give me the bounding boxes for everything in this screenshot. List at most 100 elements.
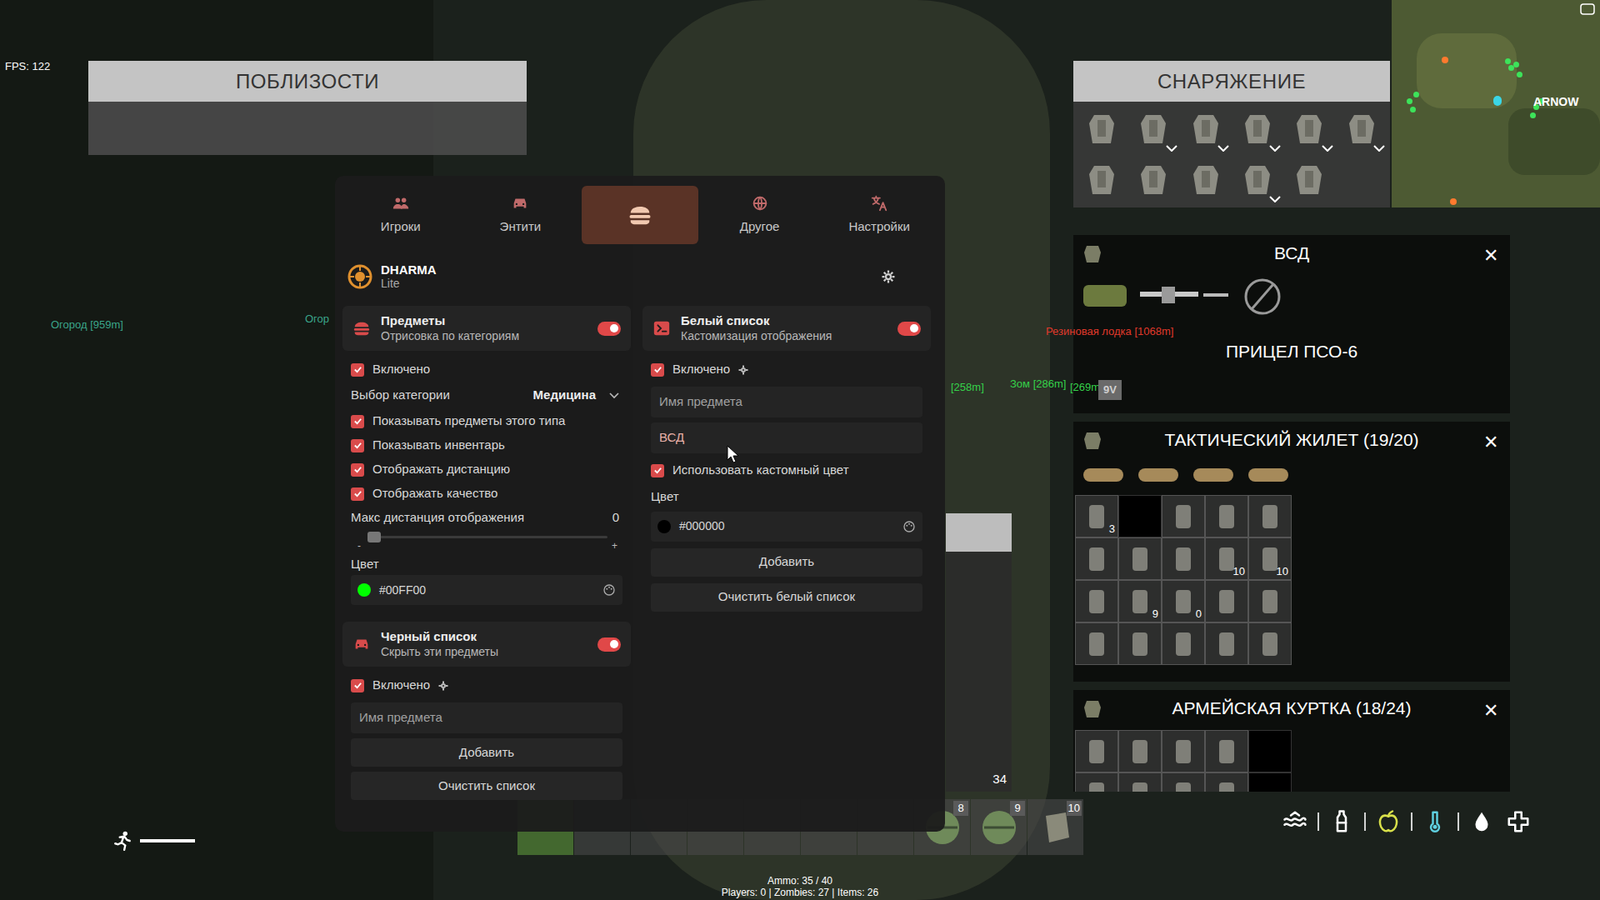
status-separator	[1457, 812, 1460, 831]
tab[interactable]: Другое	[701, 185, 819, 245]
grid-cell[interactable]	[1161, 772, 1205, 792]
category-dropdown[interactable]: Медицина	[533, 385, 623, 405]
attachment-slot[interactable]	[1188, 460, 1239, 490]
grid-cell[interactable]	[1075, 730, 1119, 773]
checkbox[interactable]	[650, 363, 665, 377]
action-button[interactable]: Очистить белый список	[650, 583, 923, 612]
checkbox[interactable]	[650, 464, 665, 478]
checkbox[interactable]	[350, 439, 365, 453]
gear-slot[interactable]	[1128, 155, 1179, 205]
distance-slider[interactable]: -+	[350, 530, 623, 554]
checkbox-row[interactable]: Показывать предметы этого типа	[350, 409, 623, 434]
grid-cell[interactable]	[1205, 622, 1249, 665]
gear-slot[interactable]	[1284, 105, 1335, 154]
slider-thumb[interactable]	[367, 531, 381, 543]
grid-cell[interactable]	[1075, 537, 1119, 580]
grid-cell[interactable]	[1118, 622, 1162, 665]
checkbox-row[interactable]: Включено	[650, 357, 923, 382]
minimap[interactable]: ARNOW	[1391, 0, 1600, 208]
close-button[interactable]: ✕	[1483, 241, 1499, 270]
close-button[interactable]: ✕	[1483, 696, 1499, 725]
checkbox-row[interactable]: Использовать кастомный цвет	[650, 458, 923, 483]
action-button[interactable]: Добавить	[650, 548, 923, 577]
text-input[interactable]	[350, 702, 623, 734]
status-indicator	[1420, 807, 1450, 836]
attachment-slot[interactable]	[1078, 460, 1129, 490]
hotbar-slot[interactable]: 10	[1027, 799, 1084, 855]
nearby-panel: ПОБЛИЗОСТИ	[88, 60, 527, 155]
grid-cell[interactable]: 3	[1075, 495, 1119, 538]
section-toggle[interactable]	[597, 637, 621, 652]
grid-cell[interactable]	[1118, 730, 1162, 773]
section-toggle[interactable]	[897, 321, 921, 336]
grid-cell[interactable]	[1161, 622, 1205, 665]
checkbox[interactable]	[350, 463, 365, 477]
gear-slot[interactable]	[1180, 155, 1231, 205]
gear-slot[interactable]	[1128, 105, 1179, 154]
grid-cell[interactable]	[1205, 580, 1249, 623]
status-indicator	[1467, 807, 1496, 836]
gear-slot[interactable]	[1284, 155, 1335, 205]
section-text: Белый списокКастомизация отображения	[680, 313, 832, 344]
checkbox-row[interactable]: Отображать дистанцию	[350, 457, 623, 482]
checkbox[interactable]	[350, 415, 365, 429]
text-input[interactable]	[650, 386, 923, 418]
world-stats: Players: 0 | Zombies: 27 | Items: 26	[721, 886, 879, 899]
checkbox[interactable]	[350, 679, 365, 693]
grid-cell[interactable]: 10	[1205, 537, 1249, 580]
item-count: 34	[992, 770, 1007, 790]
gear-slot[interactable]	[1076, 155, 1127, 205]
grid-cell[interactable]	[1075, 772, 1119, 792]
grid-cell[interactable]: 10	[1248, 537, 1292, 580]
slot-number: 10	[1066, 800, 1082, 816]
check-icon	[353, 489, 363, 499]
attachment-slot[interactable]	[1133, 460, 1184, 490]
checkbox[interactable]	[350, 487, 365, 501]
gear-slot[interactable]	[1180, 105, 1231, 154]
item-icon	[1084, 737, 1110, 766]
section-toggle[interactable]	[597, 321, 621, 336]
checkbox-row[interactable]: Показывать инвентарь	[350, 433, 623, 458]
grid-cell[interactable]: 9	[1118, 580, 1162, 623]
text-input[interactable]	[650, 422, 923, 454]
grid-cell[interactable]	[1248, 495, 1292, 538]
grid-cell[interactable]: 0	[1161, 580, 1205, 623]
color-field[interactable]: #000000	[650, 511, 923, 542]
attachment-slot[interactable]	[1243, 460, 1294, 490]
nearby-title: ПОБЛИЗОСТИ	[235, 66, 380, 97]
grid-cell[interactable]	[1248, 622, 1292, 665]
gear-slot[interactable]	[1232, 105, 1283, 154]
checkbox[interactable]	[350, 363, 365, 377]
grid-cell[interactable]	[1161, 495, 1205, 538]
hotbar-slot[interactable]: 9	[970, 799, 1027, 855]
grid-cell[interactable]	[1205, 730, 1249, 773]
checkbox-row[interactable]: Отображать качество	[350, 481, 623, 506]
checkbox-row[interactable]: Включено	[350, 357, 623, 382]
close-button[interactable]: ✕	[1483, 428, 1499, 456]
color-field[interactable]: #00FF00	[350, 575, 623, 605]
grid-cell[interactable]	[1205, 495, 1249, 538]
grid-cell[interactable]	[1161, 730, 1205, 773]
grid-cell[interactable]	[1248, 580, 1292, 623]
grid-cell[interactable]	[1248, 730, 1292, 773]
tab[interactable]: Игроки	[342, 185, 460, 245]
tab[interactable]	[581, 185, 699, 245]
grid-cell[interactable]	[1075, 622, 1119, 665]
grid-cell[interactable]	[1205, 772, 1249, 792]
grid-cell[interactable]	[1118, 495, 1162, 538]
gear-slot[interactable]	[1336, 105, 1387, 154]
action-button[interactable]: Добавить	[350, 738, 623, 767]
grid-cell[interactable]	[1118, 772, 1162, 792]
settings-button[interactable]	[880, 269, 896, 285]
grid-cell[interactable]	[1118, 537, 1162, 580]
tab[interactable]: Энтити	[462, 185, 580, 245]
checkbox-row[interactable]: Включено	[350, 673, 623, 698]
grid-cell[interactable]	[1248, 772, 1292, 792]
tab[interactable]: Настройки	[820, 185, 938, 245]
toggle-knob	[610, 640, 619, 649]
grid-cell[interactable]	[1075, 580, 1119, 623]
grid-cell[interactable]	[1161, 537, 1205, 580]
gear-slot[interactable]	[1232, 155, 1283, 205]
gear-slot[interactable]	[1076, 105, 1127, 154]
action-button[interactable]: Очистить список	[350, 771, 623, 800]
